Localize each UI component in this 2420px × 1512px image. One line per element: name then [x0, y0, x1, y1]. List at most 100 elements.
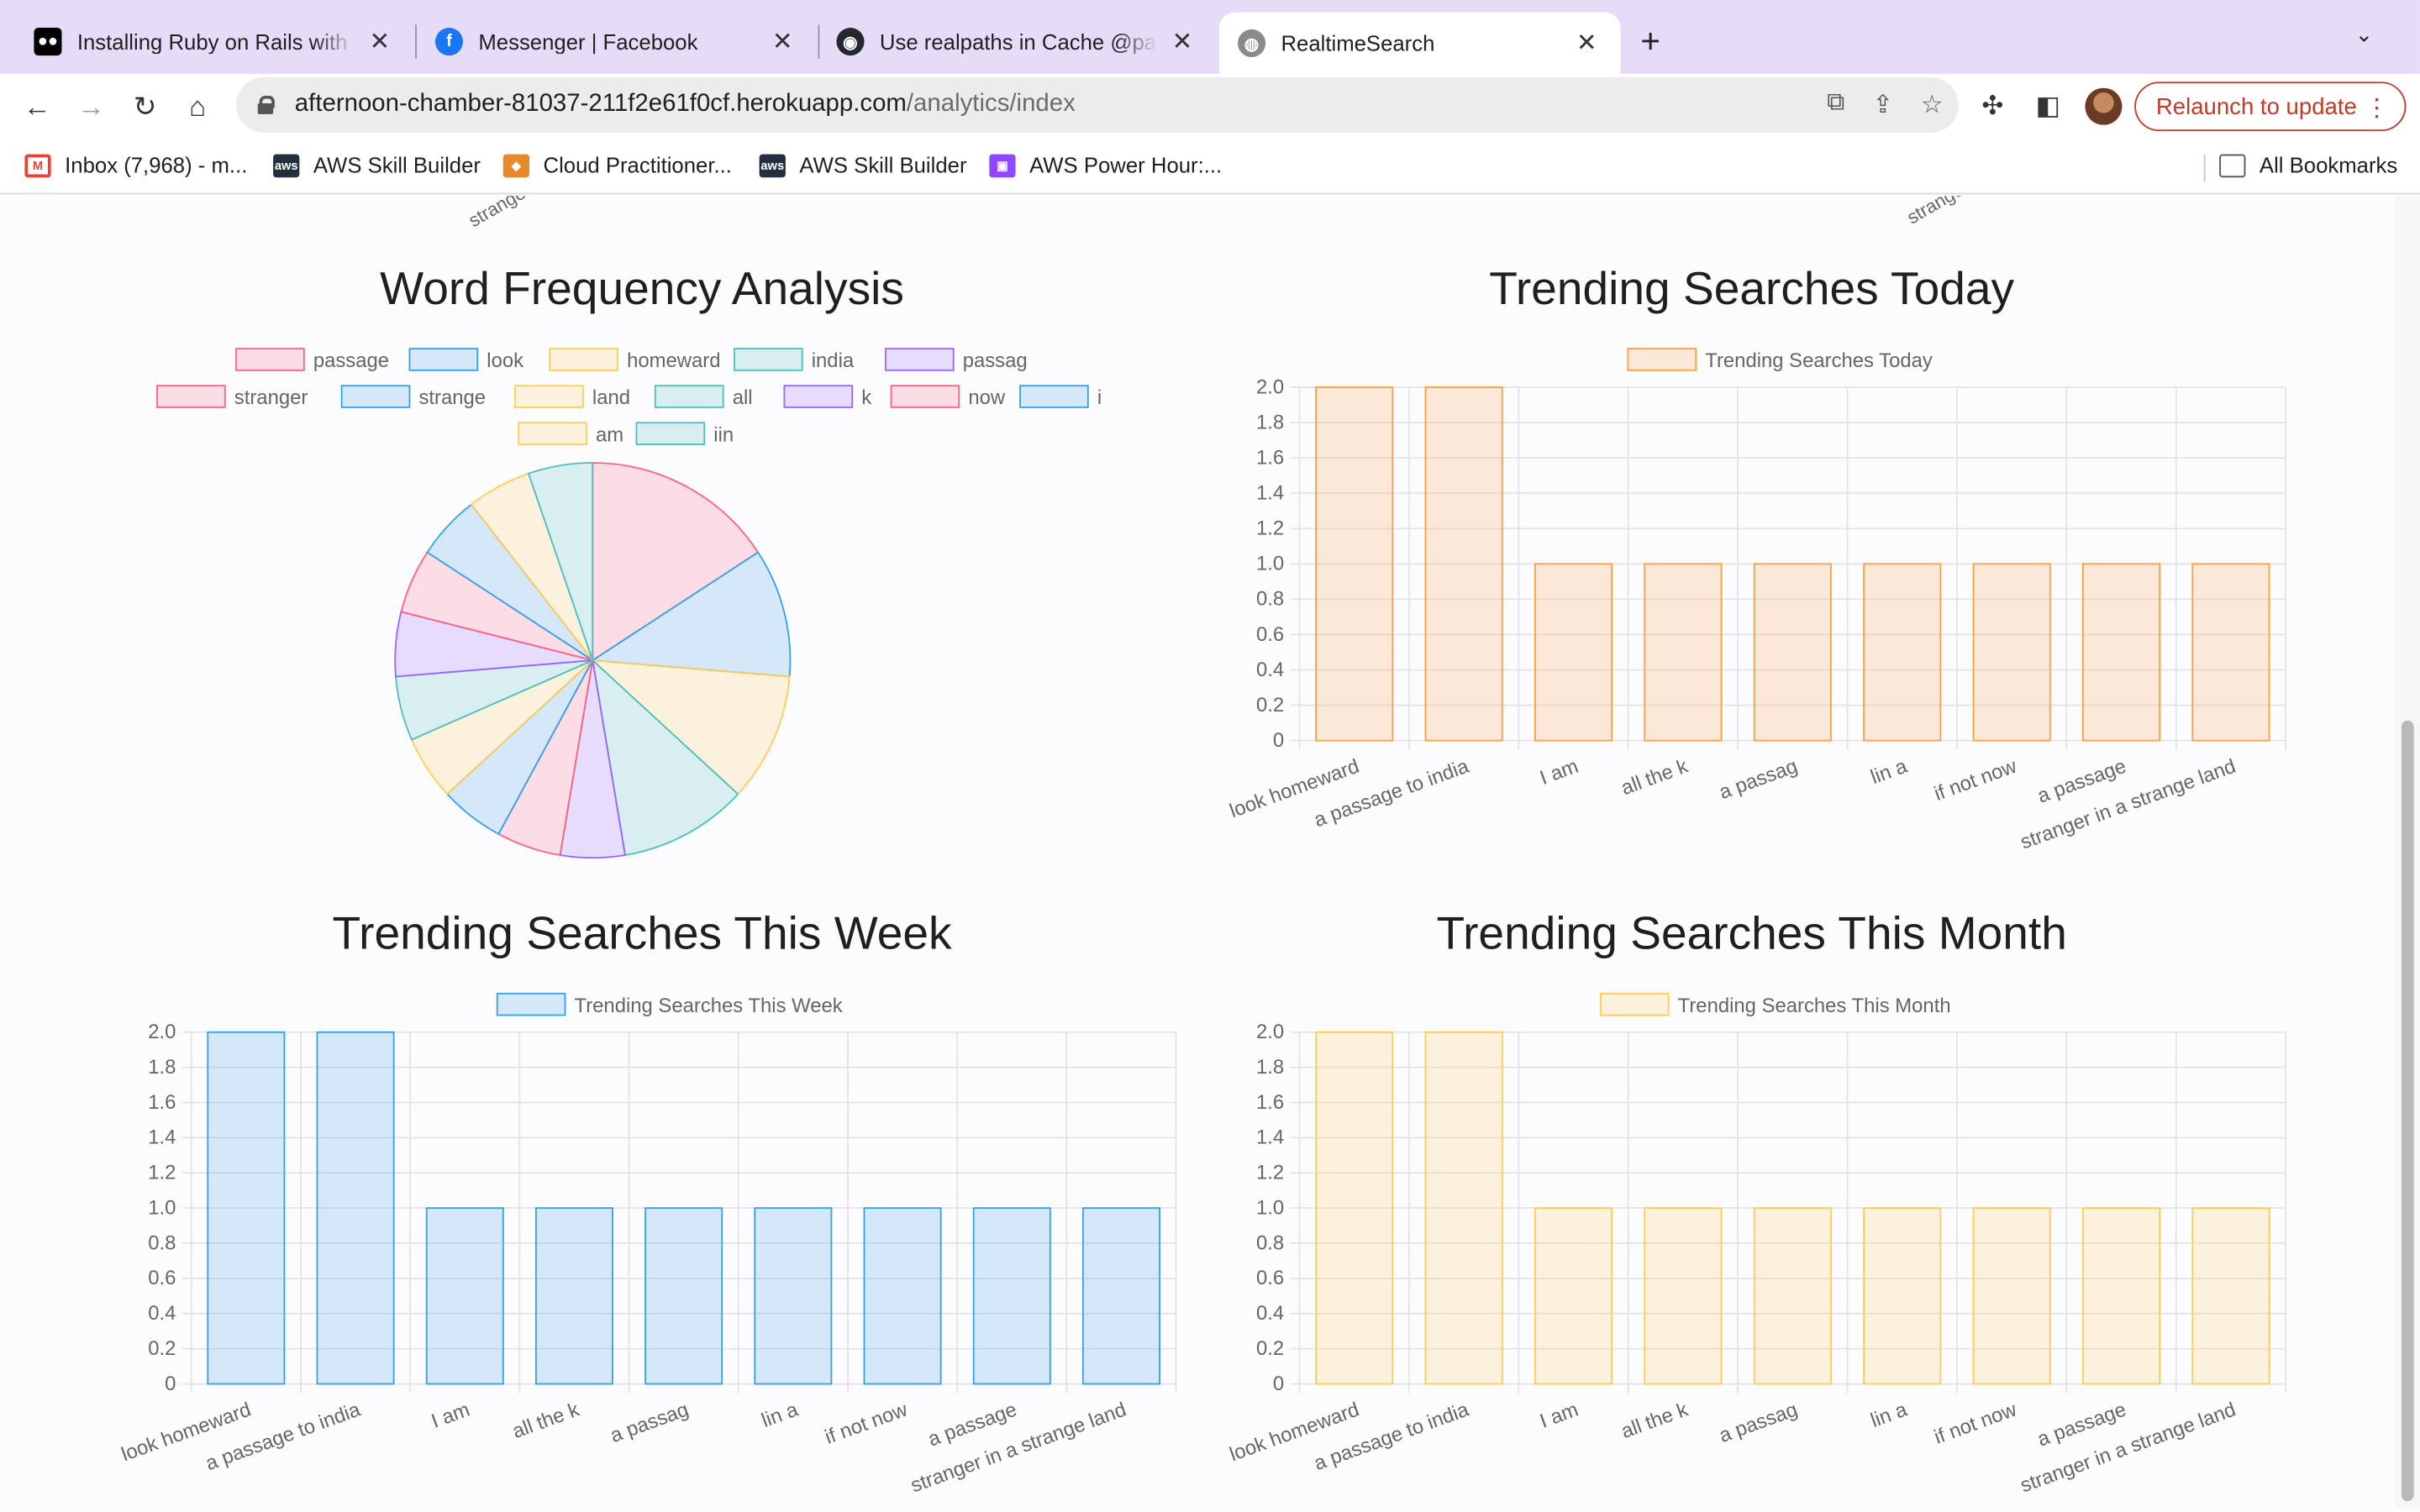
legend-label: strange — [418, 386, 486, 409]
tab-title: Use realpaths in Cache @path — [879, 29, 1158, 55]
bar — [1863, 563, 1942, 742]
tab-realtimesearch[interactable]: ◍ RealtimeSearch ✕ — [1218, 12, 1621, 75]
home-icon[interactable]: ⌂ — [179, 88, 216, 125]
y-tick-label: 0 — [165, 1373, 176, 1395]
bar — [1534, 1207, 1613, 1385]
star-icon[interactable]: ☆ — [1921, 90, 1943, 121]
url-path: /analytics/index — [906, 91, 1076, 118]
y-tick-label: 1.6 — [1256, 1091, 1284, 1114]
bookmark-aws-power-hour[interactable]: ▣ AWS Power Hour:... — [989, 153, 1222, 177]
trending-month-bar-chart: Trending Searches This Month 0 0.2 0.4 0.6 0.… — [1227, 992, 2287, 1497]
new-tab-icon[interactable]: + — [1640, 22, 1660, 62]
bar — [644, 1207, 723, 1385]
chevron-down-icon[interactable]: ⌄ — [2355, 22, 2374, 48]
x-tick-label: lin a — [1868, 1398, 1911, 1432]
y-tick-label: 0.2 — [1256, 1337, 1284, 1360]
twitch-icon: ▣ — [989, 153, 1016, 177]
relaunch-label: Relaunch to update — [2155, 93, 2357, 120]
extensions-icon[interactable]: ✣ — [1981, 91, 2003, 122]
bar — [754, 1207, 833, 1385]
tab-installing-ruby[interactable]: ●● Installing Ruby on Rails with cl ✕ — [15, 13, 413, 71]
browser-toolbar: ← → ↻ ⌂ afternoon-chamber-81037-211f2e61… — [0, 74, 2420, 139]
x-tick-label: a passag — [608, 1399, 692, 1447]
tab-messenger[interactable]: f Messenger | Facebook ✕ — [417, 13, 817, 71]
x-tick-label: a passag — [1716, 1399, 1800, 1447]
bar — [2081, 563, 2161, 742]
reload-icon[interactable]: ↻ — [127, 88, 164, 125]
bookmark-aws-skill-builder-2[interactable]: aws AWS Skill Builder — [759, 152, 967, 178]
close-icon[interactable]: ✕ — [767, 26, 798, 57]
x-tick-label: I am — [1537, 755, 1581, 790]
x-tick-label: all the k — [1618, 1398, 1691, 1443]
more-icon[interactable]: ⋮ — [2365, 92, 2389, 123]
bookmark-label: Inbox (7,968) - m... — [65, 152, 248, 178]
legend-label: stranger — [234, 386, 308, 409]
bar — [1534, 563, 1613, 742]
y-tick-label: 1.0 — [1256, 553, 1284, 575]
legend-swatch — [654, 385, 724, 408]
bar — [425, 1207, 504, 1385]
translate-icon[interactable]: ⧉ — [1827, 90, 1844, 121]
legend-swatch — [1627, 348, 1697, 371]
share-icon[interactable]: ⇪ — [1872, 90, 1893, 121]
bar — [207, 1031, 286, 1385]
legend-swatch — [1019, 385, 1089, 408]
legend-swatch — [1599, 992, 1670, 1016]
y-tick-label: 0 — [1273, 729, 1284, 752]
legend-swatch — [235, 348, 305, 371]
avatar[interactable] — [2085, 87, 2123, 125]
all-bookmarks[interactable]: All Bookmarks — [2219, 153, 2397, 177]
legend-label: iin — [713, 423, 734, 446]
x-tick-label: a passag — [1716, 755, 1800, 804]
page-scrollbar[interactable] — [2395, 196, 2420, 1508]
bookmark-gmail[interactable]: M Inbox (7,968) - m... — [24, 153, 247, 177]
bookmark-label: AWS Skill Builder — [799, 152, 967, 178]
bookmark-aws-skill-builder[interactable]: aws AWS Skill Builder — [273, 153, 481, 177]
scrollbar-thumb[interactable] — [2401, 720, 2414, 1502]
y-tick-label: 0.4 — [1256, 659, 1284, 681]
close-icon[interactable]: ✕ — [364, 26, 395, 57]
y-tick-label: 1.0 — [1256, 1196, 1284, 1219]
week-chart-title: Trending Searches This Week — [332, 908, 952, 960]
y-tick-label: 0.4 — [148, 1302, 176, 1325]
legend-label: all — [733, 386, 753, 409]
bar — [863, 1207, 942, 1385]
legend-swatch — [514, 385, 584, 408]
legend-label: Trending Searches This Week — [575, 995, 843, 1017]
bookmark-label: AWS Power Hour:... — [1029, 152, 1223, 178]
legend-label: k — [861, 386, 871, 409]
legend-label: am — [596, 423, 623, 446]
tab-strip: ●● Installing Ruby on Rails with cl ✕ f … — [0, 0, 2420, 75]
bar — [1972, 1207, 2051, 1385]
bar — [1424, 1031, 1503, 1385]
close-icon[interactable]: ✕ — [1167, 26, 1198, 57]
cut-off-axis-label: strange — [1902, 196, 1968, 228]
legend-swatch — [635, 422, 706, 445]
back-icon[interactable]: ← — [18, 88, 55, 125]
tab-realpaths[interactable]: ◉ Use realpaths in Cache @path ✕ — [818, 13, 1216, 71]
bar — [2191, 563, 2270, 742]
y-tick-label: 1.8 — [1256, 1056, 1284, 1079]
y-tick-label: 2.0 — [1256, 1021, 1284, 1043]
aws-icon: aws — [273, 153, 300, 177]
side-panel-icon[interactable]: ◧ — [2036, 91, 2061, 122]
aws-icon: aws — [759, 153, 786, 177]
legend-label: passage — [313, 349, 389, 372]
bookmark-cloud-practitioner[interactable]: ◆ Cloud Practitioner... — [502, 153, 732, 177]
forward-icon[interactable]: → — [72, 88, 109, 125]
y-tick-label: 0.4 — [1256, 1302, 1284, 1325]
relaunch-button[interactable]: Relaunch to update ⋮ — [2134, 81, 2407, 132]
legend-label: homeward — [627, 349, 720, 372]
legend-label: Trending Searches This Month — [1678, 995, 1951, 1017]
close-icon[interactable]: ✕ — [1571, 28, 1602, 59]
legend-label: india — [812, 349, 855, 372]
y-tick-label: 0.8 — [1256, 588, 1284, 611]
bar — [972, 1207, 1051, 1385]
bar — [1315, 1031, 1394, 1385]
legend-swatch — [890, 385, 960, 408]
legend-swatch — [549, 348, 618, 371]
bar — [2191, 1207, 2270, 1385]
y-tick-label: 1.8 — [1256, 411, 1284, 433]
address-bar[interactable]: afternoon-chamber-81037-211f2e61f0cf.her… — [236, 76, 1959, 133]
y-tick-label: 0.2 — [1256, 694, 1284, 717]
